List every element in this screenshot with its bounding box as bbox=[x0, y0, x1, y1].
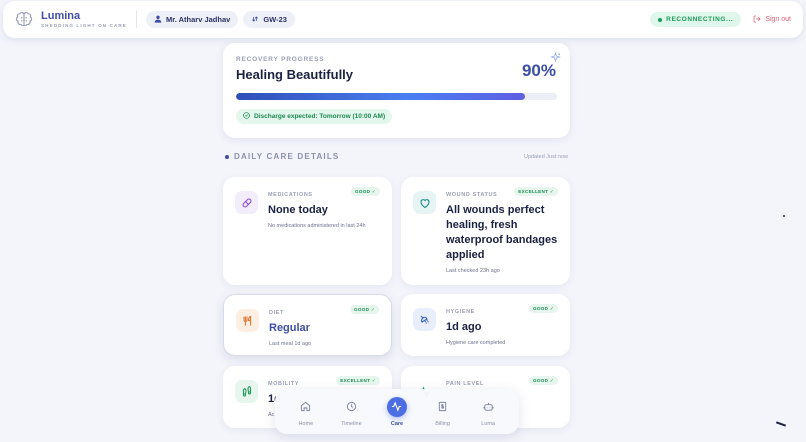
sign-out-button[interactable]: Sign out bbox=[753, 15, 791, 25]
bot-icon bbox=[478, 397, 498, 417]
ward-code: GW-23 bbox=[263, 15, 287, 24]
medications-sub: No medications administered in last 24h bbox=[268, 223, 366, 229]
logout-icon bbox=[753, 15, 761, 25]
wound-status-badge: EXCELLENT ✓ bbox=[514, 187, 558, 196]
section-dot bbox=[225, 154, 229, 159]
pill-icon bbox=[235, 191, 258, 214]
mouse-cursor bbox=[775, 421, 787, 427]
clock-icon bbox=[341, 397, 361, 417]
recovery-percent: 90% bbox=[521, 61, 556, 80]
nav-label-home: Home bbox=[298, 420, 314, 427]
nav-label-billing: Billing bbox=[435, 420, 450, 427]
recovery-progress-fill bbox=[236, 93, 525, 100]
wound-sub: Last checked 23h ago bbox=[446, 268, 500, 274]
recovery-label: RECOVERY PROGRESS bbox=[236, 56, 325, 63]
patient-pill: Mr. Atharv Jadhav bbox=[145, 11, 239, 28]
updated-timestamp: Updated Just now bbox=[523, 154, 568, 160]
brand: Lumina SHEDDING LIGHT ON CARE bbox=[41, 9, 127, 29]
nav-label-timeline: Timeline bbox=[341, 420, 362, 427]
hygiene-status-badge: GOOD ✓ bbox=[529, 304, 558, 313]
recovery-progress-bar bbox=[236, 93, 557, 100]
shower-icon bbox=[413, 308, 436, 331]
medications-card[interactable]: MEDICATIONS None today No medications ad… bbox=[223, 177, 392, 285]
utensils-icon bbox=[236, 309, 259, 332]
mobility-status-badge: EXCELLENT ✓ bbox=[336, 376, 380, 385]
discharge-text: Discharge expected: Tomorrow (10:00 AM) bbox=[254, 113, 386, 120]
section-title: DAILY CARE DETAILS bbox=[234, 152, 340, 161]
brain-logo-icon bbox=[15, 11, 33, 29]
nav-item-care[interactable]: Care bbox=[377, 396, 417, 427]
sign-out-label: Sign out bbox=[765, 16, 791, 23]
nav-label-care: Care bbox=[390, 420, 404, 427]
discharge-badge: Discharge expected: Tomorrow (10:00 AM) bbox=[236, 109, 393, 124]
hygiene-card[interactable]: HYGIENE 1d ago Hygiene care completed GO… bbox=[401, 294, 570, 356]
brand-name: Lumina bbox=[41, 9, 81, 22]
home-icon bbox=[296, 397, 316, 417]
brand-tagline: SHEDDING LIGHT ON CARE bbox=[41, 22, 127, 28]
nav-label-luma: Luma bbox=[481, 420, 496, 427]
wound-status-card[interactable]: WOUND STATUS All wounds perfect healing,… bbox=[401, 177, 570, 285]
stray-dot bbox=[783, 215, 785, 217]
bottom-navigation: Home Timeline Care Billing Luma bbox=[275, 389, 519, 434]
diet-card[interactable]: DIET Regular Last meal 1d ago GOOD ✓ bbox=[223, 294, 392, 356]
pain-status-badge: GOOD ✓ bbox=[529, 376, 558, 385]
transfer-icon bbox=[251, 15, 259, 25]
diet-value: Regular bbox=[269, 322, 310, 334]
recovery-progress-card: RECOVERY PROGRESS Healing Beautifully 90… bbox=[223, 43, 570, 138]
heart-icon bbox=[413, 191, 436, 214]
patient-name: Mr. Atharv Jadhav bbox=[165, 15, 231, 24]
receipt-icon bbox=[433, 397, 453, 417]
status-dot bbox=[658, 17, 663, 22]
check-circle-icon bbox=[243, 112, 250, 121]
hygiene-value: 1d ago bbox=[446, 321, 482, 333]
medications-value: None today bbox=[268, 204, 328, 216]
footprints-icon bbox=[235, 380, 258, 403]
header-divider bbox=[135, 11, 137, 28]
nav-item-timeline[interactable]: Timeline bbox=[331, 397, 371, 427]
nav-item-luma[interactable]: Luma bbox=[468, 397, 508, 427]
medications-status-badge: GOOD ✓ bbox=[351, 187, 380, 196]
diet-status-badge: GOOD ✓ bbox=[350, 305, 379, 314]
recovery-title: Healing Beautifully bbox=[236, 67, 354, 82]
connection-status-text: RECONNECTING... bbox=[666, 16, 734, 23]
nav-item-billing[interactable]: Billing bbox=[423, 397, 463, 427]
user-icon bbox=[154, 15, 162, 25]
wound-value: All wounds perfect healing, fresh waterp… bbox=[446, 204, 558, 261]
top-bar: Lumina SHEDDING LIGHT ON CARE Mr. Atharv… bbox=[3, 1, 803, 38]
activity-icon bbox=[386, 396, 407, 417]
ward-pill: GW-23 bbox=[243, 11, 295, 28]
connection-status-badge: RECONNECTING... bbox=[650, 12, 742, 27]
diet-sub: Last meal 1d ago bbox=[269, 341, 312, 347]
nav-item-home[interactable]: Home bbox=[286, 397, 326, 427]
hygiene-sub: Hygiene care completed bbox=[446, 340, 506, 346]
section-header: DAILY CARE DETAILS bbox=[225, 152, 339, 161]
sparkle-icon bbox=[550, 50, 561, 63]
